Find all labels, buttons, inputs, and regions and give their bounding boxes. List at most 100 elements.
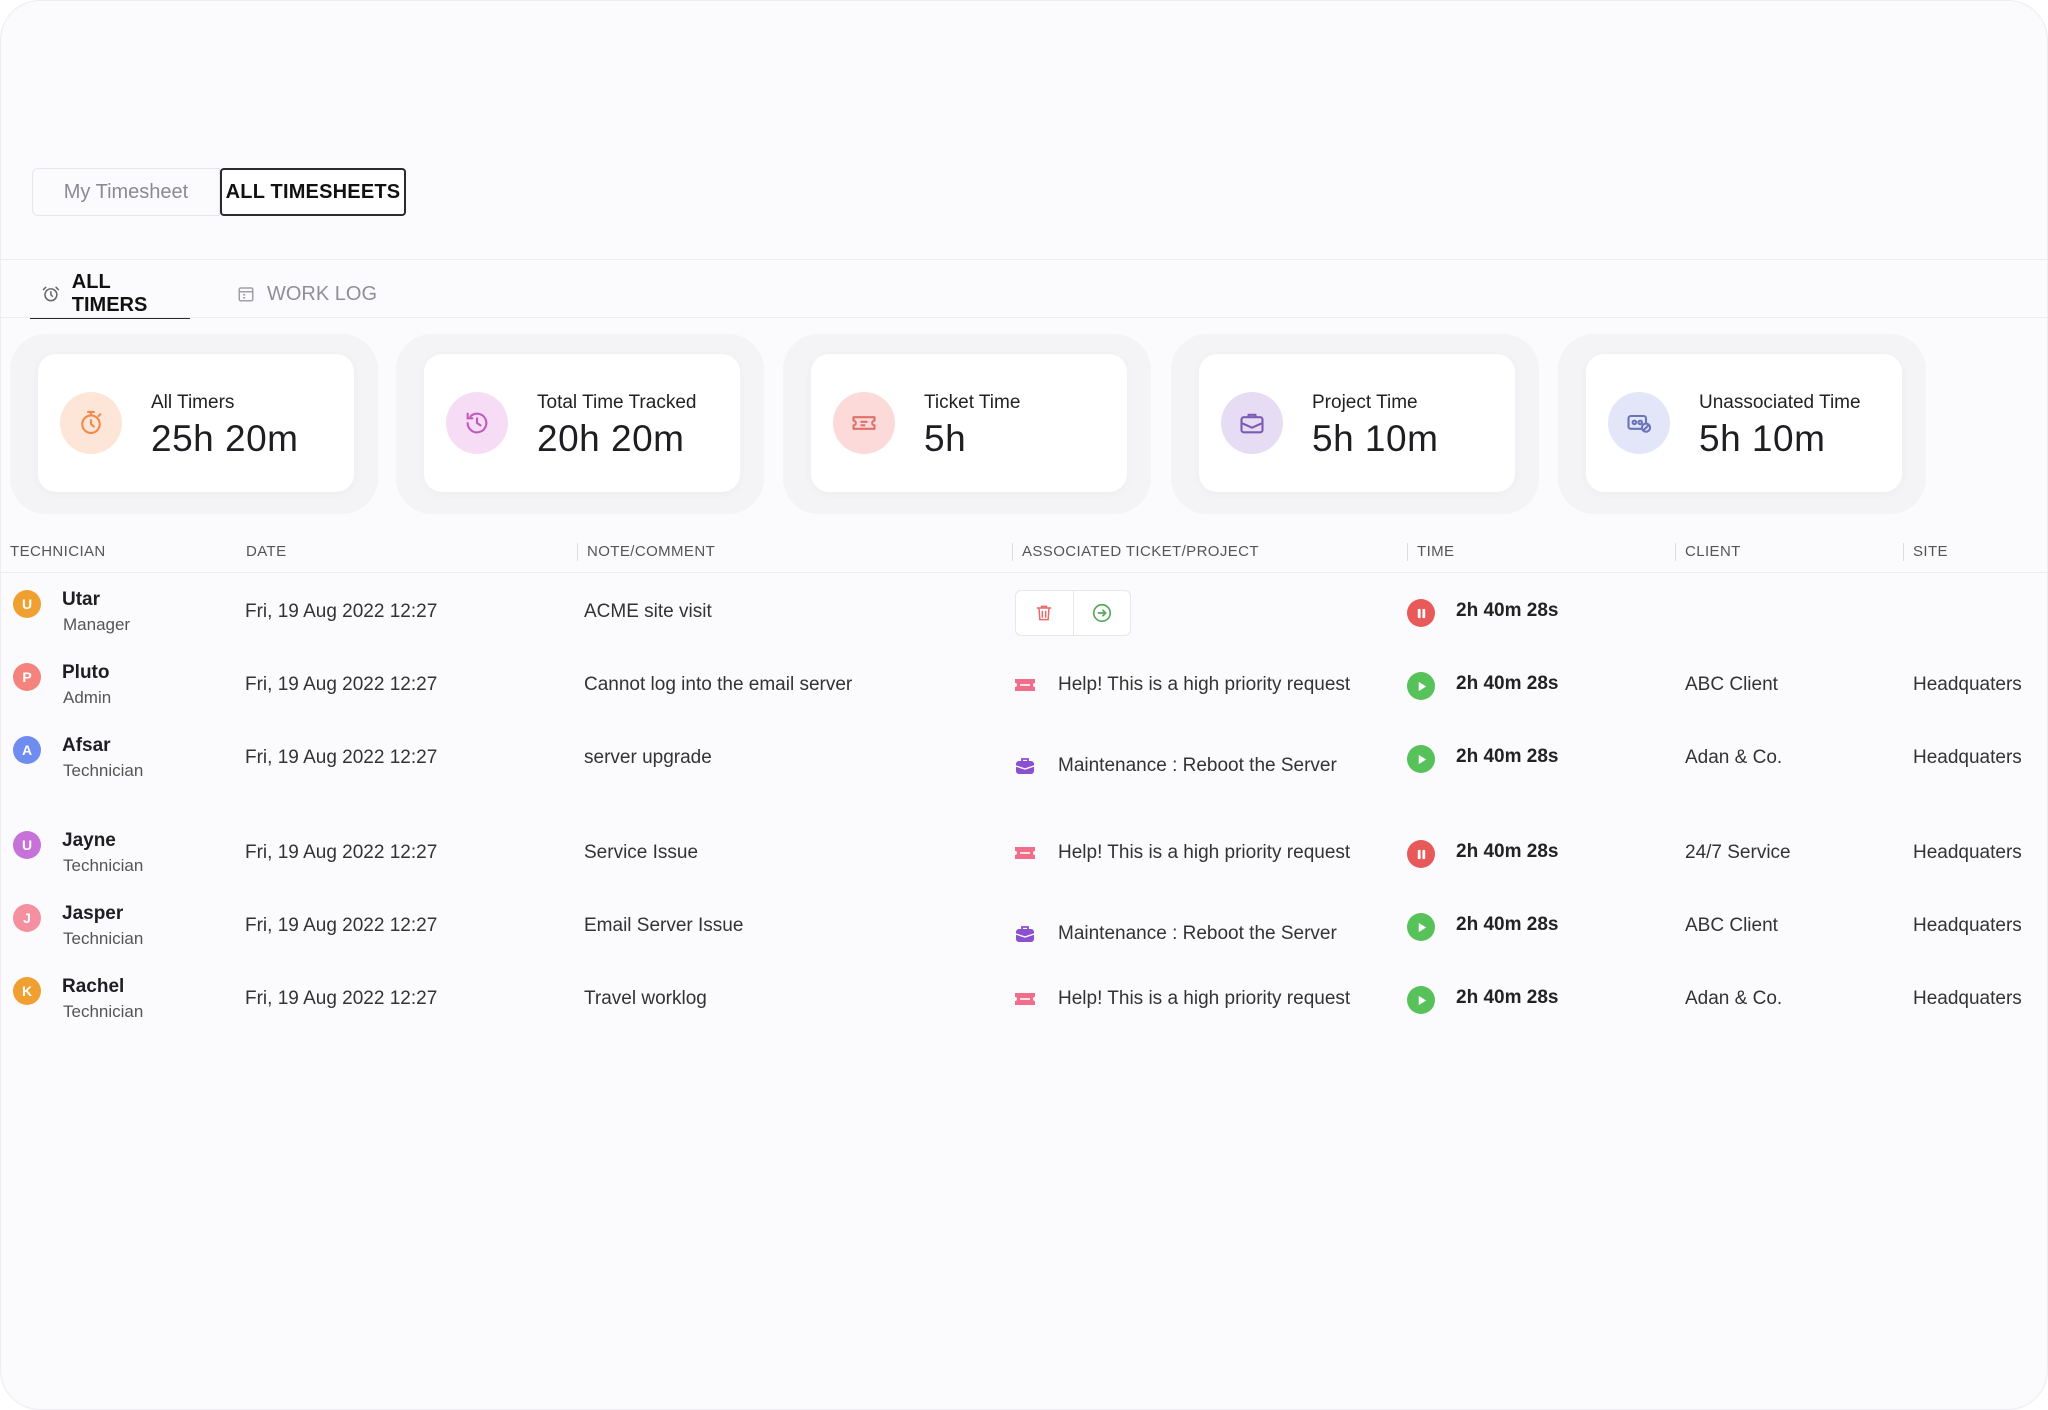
stat-card-value: 25h 20m <box>151 418 299 459</box>
associated-project-link[interactable]: Maintenance : Reboot the Server <box>1058 755 1337 777</box>
column-header-technician[interactable]: TECHNICIAN <box>10 543 106 560</box>
avatar: P <box>13 663 41 691</box>
table-row[interactable]: U Utar Manager Fri, 19 Aug 2022 12:27 AC… <box>1 575 2047 647</box>
stat-card-wrapper: Project Time 5h 10m <box>1171 334 1539 514</box>
technician-name: Jayne <box>62 830 116 851</box>
associate-button[interactable] <box>1072 591 1131 635</box>
stat-card-value: 20h 20m <box>537 418 685 459</box>
pause-timer-button[interactable] <box>1407 840 1435 868</box>
table-row[interactable]: A Afsar Technician Fri, 19 Aug 2022 12:2… <box>1 721 2047 793</box>
stat-card-value: 5h 10m <box>1312 418 1439 459</box>
row-date: Fri, 19 Aug 2022 12:27 <box>245 988 438 1009</box>
avatar: U <box>13 590 41 618</box>
table-header: TECHNICIAN DATE NOTE/COMMENT ASSOCIATED … <box>1 531 2047 573</box>
table-row[interactable]: U Jayne Technician Fri, 19 Aug 2022 12:2… <box>1 816 2047 888</box>
column-separator <box>1012 543 1013 561</box>
technician-role: Technician <box>63 1002 144 1021</box>
row-time: 2h 40m 28s <box>1456 841 1559 862</box>
row-site: Headquaters <box>1913 988 2022 1009</box>
technician-role: Technician <box>63 761 144 780</box>
timesheet-switch: My Timesheet ALL TIMESHEETS <box>32 168 406 216</box>
technician-name: Jasper <box>62 903 124 924</box>
play-icon <box>1415 921 1428 934</box>
arrow-circle-right-icon <box>1092 603 1111 623</box>
my-timesheet-button[interactable]: My Timesheet <box>32 168 220 216</box>
stat-card-wrapper: All Timers 25h 20m <box>10 334 378 514</box>
row-date: Fri, 19 Aug 2022 12:27 <box>245 601 438 622</box>
stat-card-title: Unassociated Time <box>1699 392 1861 413</box>
start-timer-button[interactable] <box>1407 672 1435 700</box>
play-icon <box>1415 753 1428 766</box>
row-date: Fri, 19 Aug 2022 12:27 <box>245 674 438 695</box>
row-site: Headquaters <box>1913 842 2022 863</box>
technician-name: Rachel <box>62 976 125 997</box>
ticket-icon <box>1014 844 1036 862</box>
ticket-icon <box>1014 676 1036 694</box>
column-separator <box>1407 543 1408 561</box>
stat-card-value: 5h <box>924 418 967 459</box>
stat-card: Unassociated Time 5h 10m <box>1586 354 1902 492</box>
row-date: Fri, 19 Aug 2022 12:27 <box>245 747 438 768</box>
column-header-client[interactable]: CLIENT <box>1685 543 1741 560</box>
row-note: server upgrade <box>584 747 712 768</box>
row-time: 2h 40m 28s <box>1456 600 1559 621</box>
stat-card-wrapper: Total Time Tracked 20h 20m <box>396 334 764 514</box>
associated-project-link[interactable]: Maintenance : Reboot the Server <box>1058 923 1337 945</box>
row-time: 2h 40m 28s <box>1456 746 1559 767</box>
row-note: Travel worklog <box>584 988 707 1009</box>
stat-card-title: Total Time Tracked <box>537 392 697 413</box>
pause-timer-button[interactable] <box>1407 599 1435 627</box>
row-date: Fri, 19 Aug 2022 12:27 <box>245 915 438 936</box>
play-icon <box>1415 994 1428 1007</box>
tab-all-timers[interactable]: ALL TIMERS <box>30 271 190 319</box>
history-icon <box>446 392 508 454</box>
tab-work-log-label: WORK LOG <box>267 282 378 305</box>
column-header-date[interactable]: DATE <box>246 543 287 560</box>
associated-ticket-link[interactable]: Help! This is a high priority request <box>1058 988 1350 1010</box>
pause-icon <box>1415 848 1428 861</box>
technician-role: Technician <box>63 929 144 948</box>
table-row[interactable]: P Pluto Admin Fri, 19 Aug 2022 12:27 Can… <box>1 648 2047 720</box>
table-row[interactable]: J Jasper Technician Fri, 19 Aug 2022 12:… <box>1 889 2047 961</box>
app-frame: My Timesheet ALL TIMESHEETS ALL TIMERS W… <box>0 0 2048 1410</box>
row-time: 2h 40m 28s <box>1456 987 1559 1008</box>
start-timer-button[interactable] <box>1407 913 1435 941</box>
delete-button[interactable] <box>1016 591 1073 635</box>
table-row[interactable]: K Rachel Technician Fri, 19 Aug 2022 12:… <box>1 962 2047 1034</box>
project-icon <box>1014 925 1036 943</box>
technician-name: Afsar <box>62 735 111 756</box>
row-note: Email Server Issue <box>584 915 744 936</box>
calendar-icon <box>238 287 254 302</box>
column-header-time[interactable]: TIME <box>1417 543 1454 560</box>
unlinked-icon <box>1608 392 1670 454</box>
play-icon <box>1415 680 1428 693</box>
column-header-note[interactable]: NOTE/COMMENT <box>587 543 715 560</box>
start-timer-button[interactable] <box>1407 986 1435 1014</box>
column-header-site[interactable]: SITE <box>1913 543 1948 560</box>
associated-ticket-link[interactable]: Help! This is a high priority request <box>1058 842 1350 864</box>
project-icon <box>1014 757 1036 775</box>
alarm-clock-icon <box>42 286 60 302</box>
divider <box>1 317 2047 318</box>
ticket-icon <box>833 392 895 454</box>
stat-card: Project Time 5h 10m <box>1199 354 1515 492</box>
stat-card: Ticket Time 5h <box>811 354 1127 492</box>
row-note: Cannot log into the email server <box>584 674 853 695</box>
technician-role: Technician <box>63 856 144 875</box>
row-site: Headquaters <box>1913 747 2022 768</box>
technician-name: Utar <box>62 589 101 610</box>
tab-work-log[interactable]: WORK LOG <box>237 271 377 317</box>
start-timer-button[interactable] <box>1407 745 1435 773</box>
row-client: ABC Client <box>1685 915 1778 936</box>
technician-name: Pluto <box>62 662 110 683</box>
column-header-associated[interactable]: ASSOCIATED TICKET/PROJECT <box>1022 543 1259 560</box>
row-actions <box>1015 590 1131 636</box>
row-client: Adan & Co. <box>1685 988 1783 1009</box>
associated-ticket-link[interactable]: Help! This is a high priority request <box>1058 674 1350 696</box>
ticket-icon <box>1014 990 1036 1008</box>
all-timesheets-button[interactable]: ALL TIMESHEETS <box>220 168 406 216</box>
avatar: J <box>13 904 41 932</box>
column-separator <box>577 543 578 561</box>
stat-card-title: Ticket Time <box>924 392 1021 413</box>
row-client: ABC Client <box>1685 674 1778 695</box>
